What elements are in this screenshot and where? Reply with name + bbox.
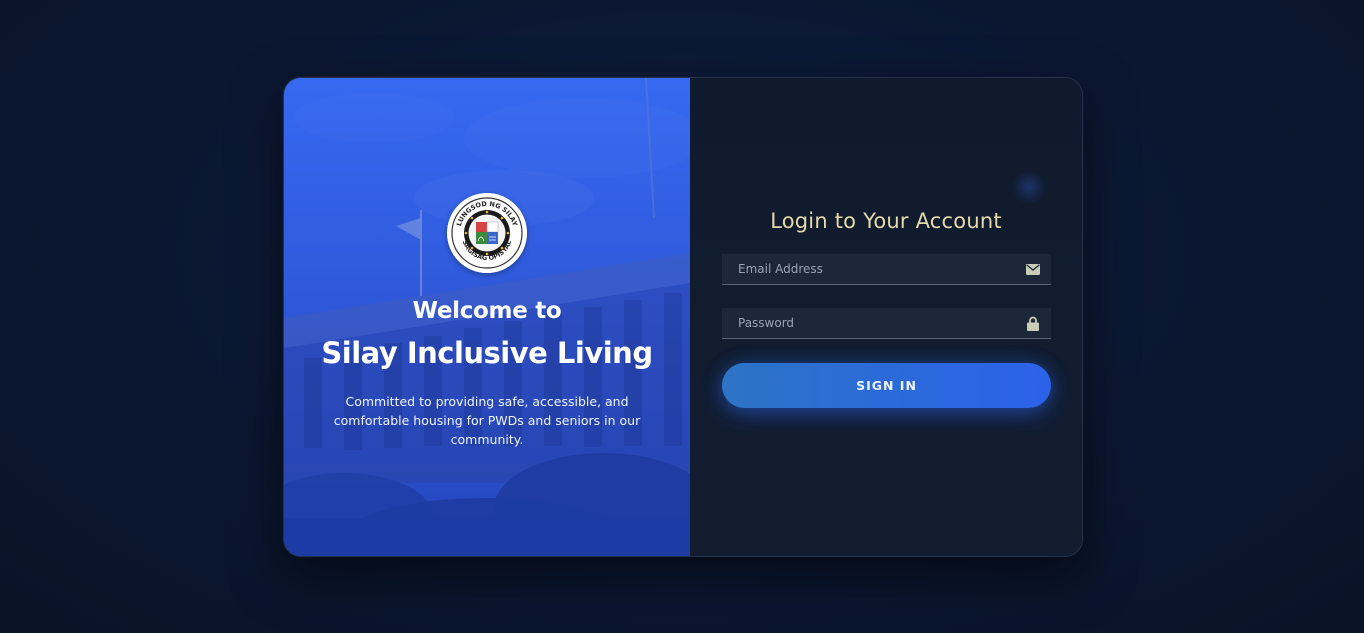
email-input[interactable] <box>738 262 1025 276</box>
password-field[interactable] <box>722 308 1051 339</box>
sign-in-button[interactable]: SIGN IN <box>722 363 1051 408</box>
app-name: Silay Inclusive Living <box>321 336 653 370</box>
decorative-glow <box>1012 170 1046 204</box>
city-seal-logo: LUNGSOD NG SILAY SAGISAG OPISYAL <box>447 193 527 273</box>
welcome-heading: Welcome to <box>412 298 562 324</box>
welcome-tagline: Committed to providing safe, accessible,… <box>333 394 641 447</box>
login-panel: Login to Your Account SIGN IN <box>690 78 1082 556</box>
hero-content: LUNGSOD NG SILAY SAGISAG OPISYAL Welcome… <box>284 78 690 556</box>
login-title: Login to Your Account <box>770 209 1002 233</box>
email-field[interactable] <box>722 254 1051 285</box>
login-card: LUNGSOD NG SILAY SAGISAG OPISYAL Welcome… <box>283 77 1083 557</box>
lock-icon <box>1025 315 1041 331</box>
hero-panel: LUNGSOD NG SILAY SAGISAG OPISYAL Welcome… <box>284 78 690 556</box>
password-input[interactable] <box>738 316 1025 330</box>
envelope-icon <box>1025 261 1041 277</box>
